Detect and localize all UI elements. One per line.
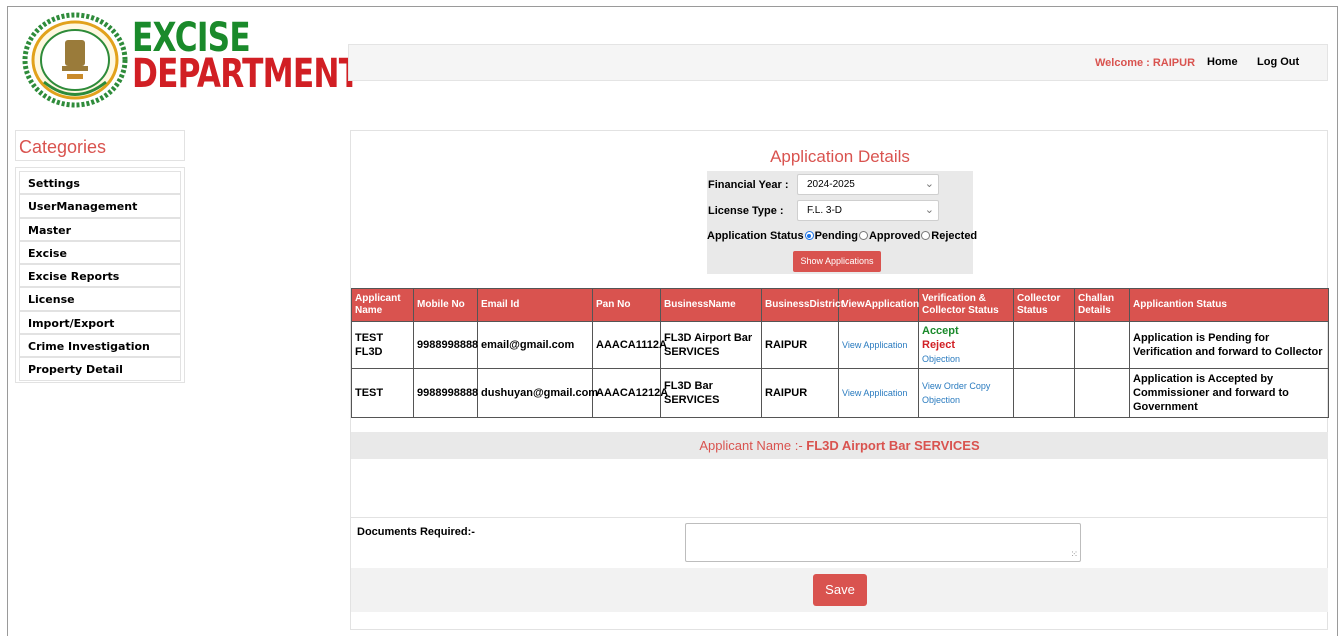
cell-district: RAIPUR bbox=[761, 368, 839, 418]
logout-link[interactable]: Log Out bbox=[1257, 56, 1299, 68]
divider bbox=[351, 517, 1328, 518]
cell-pan: AAACA1112A bbox=[592, 321, 667, 369]
col-header: Applicant Name bbox=[351, 288, 414, 322]
col-header: Email Id bbox=[477, 288, 593, 322]
logo-line-2: DEPARTMENT bbox=[132, 51, 360, 97]
cell-email: dushuyan@gmail.com bbox=[477, 368, 598, 418]
table-header-row: Applicant Name Mobile No Email Id Pan No… bbox=[351, 288, 1329, 322]
categories-list: Settings UserManagement Master Excise Ex… bbox=[15, 167, 185, 383]
cell-pan: AAACA1212A bbox=[592, 368, 668, 418]
financial-year-value: 2024-2025 bbox=[807, 179, 855, 190]
accept-link[interactable]: Accept bbox=[922, 324, 1010, 338]
objection-link[interactable]: Objection bbox=[922, 352, 1010, 366]
cell-verification: View Order Copy Objection bbox=[918, 368, 1014, 418]
col-header: BusinessDistrict bbox=[761, 288, 844, 322]
radio-rejected-label: Rejected bbox=[931, 230, 978, 242]
application-status-label: Application Status bbox=[707, 230, 804, 242]
chevron-down-icon: ⌄ bbox=[924, 178, 934, 190]
sidebar-item-settings[interactable]: Settings bbox=[19, 171, 181, 195]
applicant-name-prefix: Applicant Name :- bbox=[699, 438, 807, 453]
cell-applicant-name: TEST bbox=[351, 368, 414, 418]
home-link[interactable]: Home bbox=[1207, 56, 1238, 68]
col-header: BusinessName bbox=[660, 288, 762, 322]
top-nav-bar: Welcome : RAIPUR Home Log Out bbox=[348, 44, 1328, 81]
financial-year-select[interactable]: 2024-2025 ⌄ bbox=[797, 174, 939, 195]
documents-required-label: Documents Required:- bbox=[357, 526, 475, 538]
sidebar-item-user-management[interactable]: UserManagement bbox=[19, 194, 181, 218]
sidebar-item-license[interactable]: License bbox=[19, 287, 181, 311]
applications-table: Applicant Name Mobile No Email Id Pan No… bbox=[351, 288, 1329, 418]
sidebar-item-property-detail[interactable]: Property Detail bbox=[19, 357, 181, 381]
reject-link[interactable]: Reject bbox=[922, 338, 1010, 352]
page-title: Application Details bbox=[770, 147, 910, 166]
cell-district: RAIPUR bbox=[761, 321, 839, 369]
view-application-link[interactable]: View Application bbox=[842, 340, 907, 350]
cell-view-application: View Application bbox=[838, 368, 919, 418]
cell-business-name: FL3D Airport Bar SERVICES bbox=[660, 321, 762, 369]
cell-application-status: Application is Accepted by Commissioner … bbox=[1129, 368, 1329, 418]
license-type-label: License Type : bbox=[708, 205, 784, 217]
applicant-name-value: FL3D Airport Bar SERVICES bbox=[806, 438, 980, 453]
cell-challan bbox=[1074, 368, 1130, 418]
col-header: Collector Status bbox=[1013, 288, 1075, 322]
financial-year-label: Financial Year : bbox=[708, 179, 789, 191]
emblem-seal-icon bbox=[22, 12, 128, 108]
welcome-text: Welcome : RAIPUR bbox=[1095, 57, 1196, 69]
sidebar-item-crime-investigation[interactable]: Crime Investigation bbox=[19, 334, 181, 358]
cell-challan bbox=[1074, 321, 1130, 369]
objection-link[interactable]: Objection bbox=[922, 393, 1010, 407]
cell-email: email@gmail.com bbox=[477, 321, 593, 369]
save-button[interactable]: Save bbox=[813, 574, 867, 606]
col-header: Applicantion Status bbox=[1129, 288, 1329, 322]
col-header: Challan Details bbox=[1074, 288, 1130, 322]
col-header: Pan No bbox=[592, 288, 661, 322]
cell-applicant-name: TEST FL3D bbox=[351, 321, 414, 369]
save-row: Save bbox=[351, 568, 1328, 612]
logo[interactable]: EXCISE DEPARTMENT bbox=[22, 12, 360, 112]
license-type-select[interactable]: F.L. 3-D ⌄ bbox=[797, 200, 939, 221]
chevron-down-icon: ⌄ bbox=[924, 204, 934, 216]
cell-business-name: FL3D Bar SERVICES bbox=[660, 368, 762, 418]
col-header: ViewApplication bbox=[838, 288, 919, 322]
radio-pending-label: Pending bbox=[814, 230, 858, 242]
radio-pending[interactable] bbox=[804, 231, 814, 240]
show-applications-button[interactable]: Show Applications bbox=[793, 251, 881, 272]
logo-text: EXCISE DEPARTMENT bbox=[132, 18, 360, 97]
applicant-name-bar: Applicant Name :- FL3D Airport Bar SERVI… bbox=[351, 432, 1328, 459]
filter-box: Financial Year : 2024-2025 ⌄ License Typ… bbox=[707, 171, 977, 274]
table-row: TEST 9988998888 dushuyan@gmail.com AAACA… bbox=[351, 368, 1329, 418]
cell-view-application: View Application bbox=[838, 321, 919, 369]
col-header: Verification & Collector Status bbox=[918, 288, 1014, 322]
cell-mobile: 9988998888 bbox=[413, 368, 478, 418]
view-order-copy-link[interactable]: View Order Copy bbox=[922, 379, 1010, 393]
application-status-group: Application Status Pending Approved Rejecte… bbox=[707, 230, 977, 242]
cell-collector-status bbox=[1013, 368, 1075, 418]
documents-required-textarea[interactable]: ⁙ bbox=[685, 523, 1081, 562]
categories-title: Categories bbox=[15, 130, 185, 161]
main-panel: Application Details Financial Year : 202… bbox=[350, 130, 1329, 630]
table-row: TEST FL3D 9988998888 email@gmail.com AAA… bbox=[351, 321, 1329, 369]
sidebar-item-excise-reports[interactable]: Excise Reports bbox=[19, 264, 181, 288]
radio-approved[interactable] bbox=[858, 231, 868, 240]
view-application-link[interactable]: View Application bbox=[842, 388, 907, 398]
radio-rejected[interactable] bbox=[921, 231, 931, 240]
sidebar-item-master[interactable]: Master bbox=[19, 217, 181, 241]
cell-mobile: 9988998888 bbox=[413, 321, 478, 369]
sidebar-item-import-export[interactable]: Import/Export bbox=[19, 310, 181, 335]
cell-application-status: Application is Pending for Verification … bbox=[1129, 321, 1329, 369]
license-type-value: F.L. 3-D bbox=[807, 205, 843, 216]
sidebar-item-excise[interactable]: Excise bbox=[19, 240, 181, 265]
cell-verification: Accept Reject Objection bbox=[918, 321, 1014, 369]
col-header: Mobile No bbox=[413, 288, 478, 322]
resize-grip-icon[interactable]: ⁙ bbox=[1070, 549, 1078, 560]
cell-collector-status bbox=[1013, 321, 1075, 369]
radio-approved-label: Approved bbox=[868, 230, 921, 242]
